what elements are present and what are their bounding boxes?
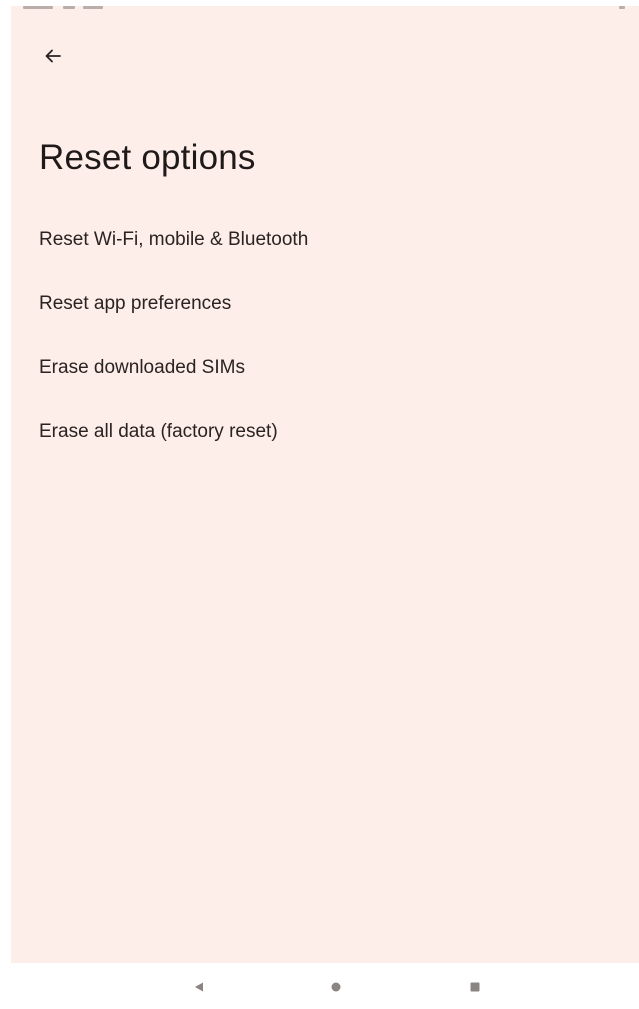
option-label: Reset app preferences: [39, 293, 232, 314]
back-button[interactable]: [33, 36, 73, 76]
settings-screen: Reset options Reset Wi-Fi, mobile & Blue…: [11, 6, 639, 1009]
status-notification-indicator: [63, 6, 75, 9]
option-label: Erase all data (factory reset): [39, 421, 278, 442]
status-bar: [11, 6, 639, 20]
nav-home-button[interactable]: [324, 975, 348, 999]
option-reset-network[interactable]: Reset Wi-Fi, mobile & Bluetooth: [11, 208, 639, 272]
option-label: Reset Wi-Fi, mobile & Bluetooth: [39, 229, 309, 250]
back-arrow-icon: [45, 49, 61, 63]
nav-back-button[interactable]: [187, 975, 211, 999]
circle-home-icon: [331, 982, 341, 992]
option-erase-sims[interactable]: Erase downloaded SIMs: [11, 336, 639, 400]
status-battery-indicator: [619, 6, 625, 9]
system-navigation-bar: [11, 963, 639, 1009]
status-time-indicator: [23, 6, 53, 9]
option-reset-app-preferences[interactable]: Reset app preferences: [11, 272, 639, 336]
nav-recents-button[interactable]: [463, 975, 487, 999]
page-title: Reset options: [39, 138, 256, 177]
reset-options-list: Reset Wi-Fi, mobile & Bluetooth Reset ap…: [11, 208, 639, 464]
triangle-back-icon: [195, 982, 203, 992]
square-recents-icon: [470, 982, 480, 992]
option-label: Erase downloaded SIMs: [39, 357, 245, 378]
status-notification-indicator: [83, 6, 103, 9]
option-factory-reset[interactable]: Erase all data (factory reset): [11, 400, 639, 464]
